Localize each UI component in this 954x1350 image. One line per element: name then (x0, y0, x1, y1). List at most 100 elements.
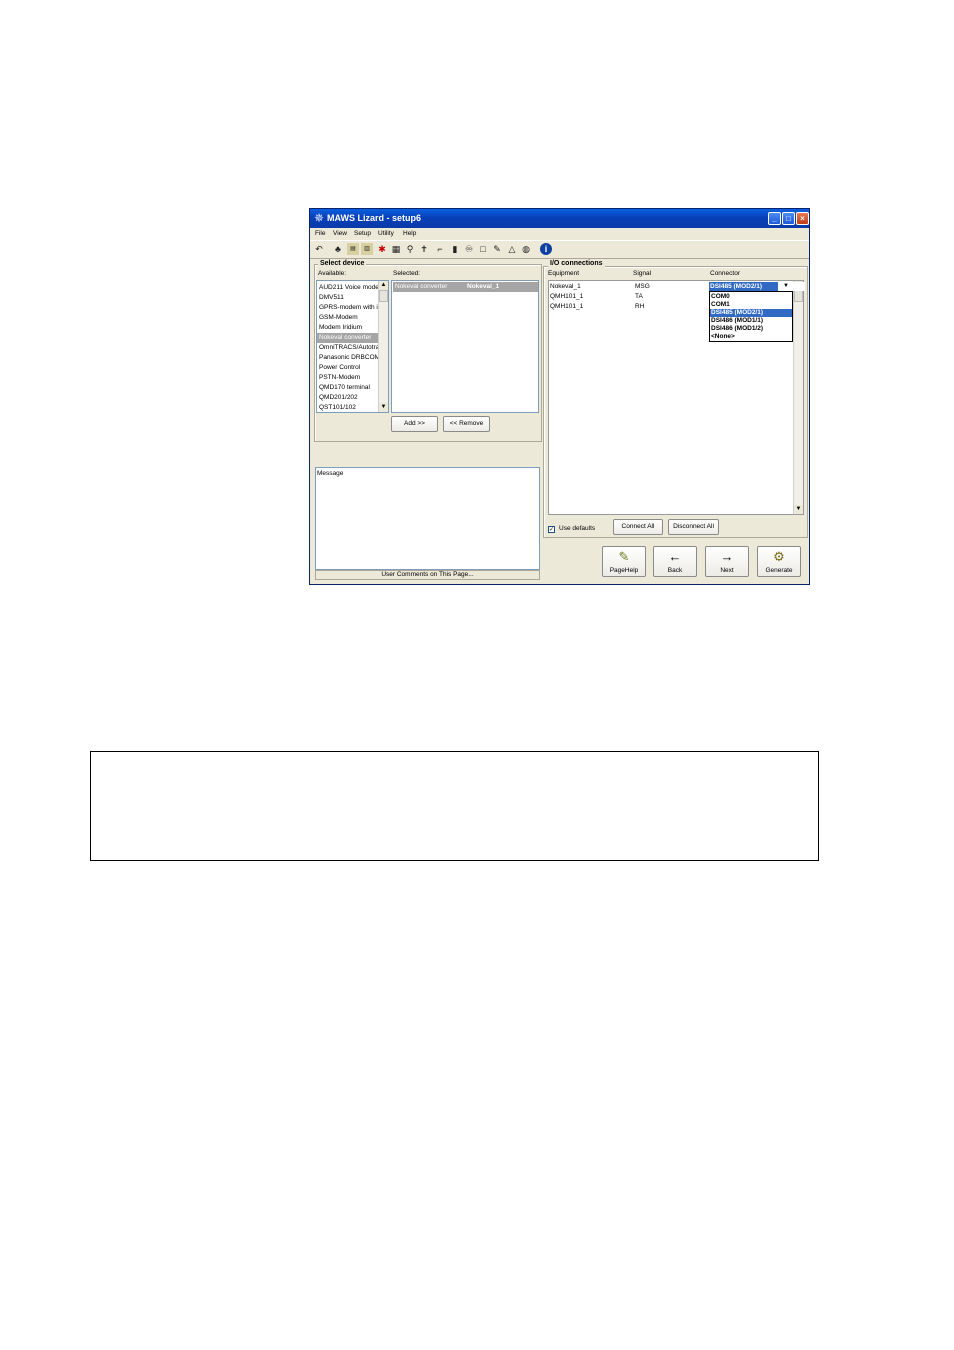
toolbar: ↶ ♣ ▤ ▥ ✱ ▦ ⚲ ✝ ⌐ ▮ ♾ □ ✎ △ ◍ i (310, 240, 809, 259)
list-item[interactable]: QMD201/202 (319, 393, 379, 403)
info-icon[interactable]: i (540, 243, 552, 255)
row-equipment: QMH101_1 (550, 303, 584, 310)
dropdown-option[interactable]: COM0 (710, 293, 792, 301)
selected-label: Selected: (393, 270, 421, 277)
column-signal: Signal (633, 270, 652, 277)
pagehelp-icon: ✎ (618, 549, 630, 564)
title-bar[interactable]: ✵ MAWS Lizard - setup6 _ □ × (310, 209, 809, 228)
station-icon[interactable]: ♣ (332, 243, 344, 255)
use-defaults-label: Use defaults (559, 525, 596, 532)
list-item[interactable]: DMV511 (319, 293, 379, 303)
close-button[interactable]: × (796, 212, 809, 225)
message-box[interactable]: Message (315, 467, 540, 570)
back-button[interactable]: ← Back (653, 546, 697, 577)
scroll-down-icon[interactable]: ▼ (794, 505, 803, 514)
dropdown-option-selected[interactable]: DSI485 (MOD2/1) (710, 309, 792, 317)
row-signal: MSG (635, 283, 650, 290)
window-title: MAWS Lizard - setup6 (327, 213, 422, 223)
undo-icon[interactable]: ↶ (313, 243, 325, 255)
list-item[interactable]: PSTN-Modem (319, 373, 379, 383)
signal-icon[interactable]: ⌐ (434, 243, 446, 255)
chevron-down-icon[interactable]: ▼ (781, 282, 791, 291)
logger-icon[interactable]: ▦ (390, 243, 402, 255)
selected-item-name: Nokeval_1 (467, 283, 500, 290)
maximize-button[interactable]: □ (782, 212, 795, 225)
column-equipment: Equipment (548, 270, 580, 277)
list-item[interactable]: Power Control (319, 363, 379, 373)
selected-list-item[interactable]: Nokeval converter Nokeval_1 (393, 282, 538, 292)
person-icon[interactable]: ✝ (418, 243, 430, 255)
pagehelp-label: PageHelp (609, 567, 639, 574)
list-item[interactable]: GSM-Modem (319, 313, 379, 323)
bell-icon[interactable]: △ (506, 243, 518, 255)
row-equipment: QMH101_1 (550, 293, 584, 300)
generate-label: Generate (765, 567, 793, 574)
selected-list[interactable]: Nokeval converter Nokeval_1 (391, 280, 539, 413)
gears-icon: ⚙ (773, 549, 785, 564)
dropdown-option[interactable]: DSI486 (MOD1/2) (710, 325, 792, 333)
scroll-up-icon[interactable]: ▲ (379, 281, 388, 290)
io-connections-label: I/O connections (548, 260, 605, 268)
row-equipment: Nokeval_1 (550, 283, 581, 290)
empty-note-box (90, 751, 819, 861)
connector-value[interactable]: DSI485 (MOD2/1) (709, 282, 778, 291)
page-icon[interactable]: □ (477, 243, 489, 255)
next-button[interactable]: → Next (705, 546, 749, 577)
message-label: Message (317, 470, 344, 477)
pencil-icon[interactable]: ✎ (491, 243, 503, 255)
menu-utility[interactable]: Utility (378, 229, 394, 238)
app-icon: ✵ (313, 211, 325, 225)
menu-view[interactable]: View (333, 229, 347, 238)
selected-item-type: Nokeval converter (395, 283, 448, 290)
connector-combobox[interactable]: DSI485 (MOD2/1) ▼ (709, 282, 805, 291)
menu-setup[interactable]: Setup (354, 229, 371, 238)
bars-icon[interactable]: ▮ (449, 243, 461, 255)
list-item[interactable]: AUD211 Voice modem (319, 283, 379, 293)
add-button[interactable]: Add >> (391, 416, 438, 432)
use-defaults-checkbox[interactable]: ✓ (548, 526, 555, 533)
available-scrollbar[interactable]: ▲ ▼ (378, 281, 388, 412)
dropdown-option[interactable]: COM1 (710, 301, 792, 309)
scroll-down-icon[interactable]: ▼ (379, 403, 388, 412)
connector-dropdown[interactable]: COM0 COM1 DSI485 (MOD2/1) DSI486 (MOD1/1… (709, 291, 793, 342)
dropdown-option[interactable]: DSI486 (MOD1/1) (710, 317, 792, 325)
next-arrow-icon: → (720, 549, 734, 564)
list-item[interactable]: Panasonic DRBCOM (319, 353, 379, 363)
list-item[interactable]: Modem Iridium (319, 323, 379, 333)
list-item-selected[interactable]: Nokeval converter (317, 333, 380, 343)
connect-all-button[interactable]: Connect All (613, 519, 663, 535)
antenna-icon[interactable]: ⚲ (404, 243, 416, 255)
pagehelp-button[interactable]: ✎ PageHelp (602, 546, 646, 577)
available-list[interactable]: AUD211 Voice modem DMV511 GPRS-modem wit… (316, 280, 389, 413)
menu-help[interactable]: Help (403, 229, 416, 238)
dropdown-option[interactable]: <None> (710, 333, 792, 341)
scroll-thumb[interactable] (794, 290, 803, 302)
list-item[interactable]: QST101/102 (319, 403, 379, 412)
remove-button[interactable]: << Remove (443, 416, 490, 432)
generate-button[interactable]: ⚙ Generate (757, 546, 801, 577)
minimize-button[interactable]: _ (768, 212, 781, 225)
disconnect-all-button[interactable]: Disconnect All (668, 519, 719, 535)
menu-file[interactable]: File (315, 229, 325, 238)
menu-bar: File View Setup Utility Help (310, 228, 809, 239)
row-signal: TA (635, 293, 643, 300)
bike-icon[interactable]: ♾ (463, 243, 475, 255)
list-item[interactable]: OmniTRACS/Autotra (319, 343, 379, 353)
sensor-icon[interactable]: ✱ (376, 243, 388, 255)
select-device-label: Select device (318, 260, 367, 268)
list-item[interactable]: GPRS-modem with i (319, 303, 379, 313)
back-label: Back (667, 567, 683, 574)
dev2-icon[interactable]: ▥ (361, 243, 373, 255)
row-signal: RH (635, 303, 645, 310)
next-label: Next (720, 567, 734, 574)
back-arrow-icon: ← (668, 549, 682, 564)
maws-lizard-window: ✵ MAWS Lizard - setup6 _ □ × File View S… (309, 208, 810, 585)
column-connector: Connector (710, 270, 740, 277)
dev-icon[interactable]: ▤ (347, 243, 359, 255)
user-comments-link[interactable]: User Comments on This Page... (315, 570, 540, 580)
list-item[interactable]: QMD170 terminal (319, 383, 379, 393)
io-scrollbar[interactable]: ▲ ▼ (793, 281, 803, 514)
globe-icon[interactable]: ◍ (520, 243, 532, 255)
available-label: Available: (318, 270, 347, 277)
scroll-thumb[interactable] (379, 290, 388, 302)
